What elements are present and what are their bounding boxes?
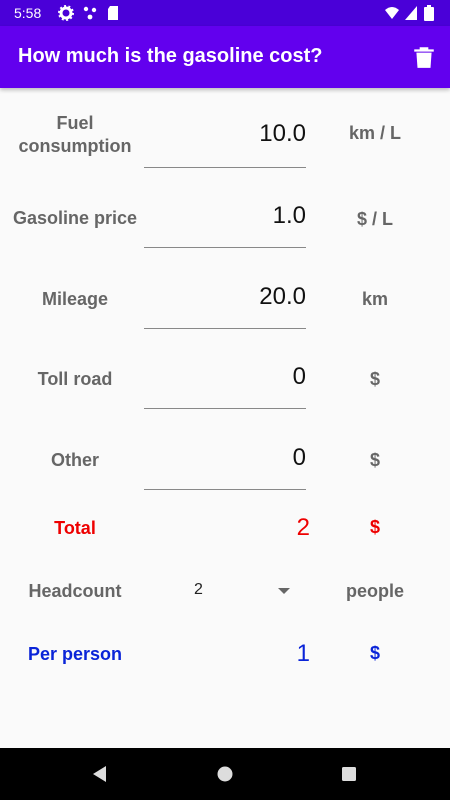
gasoline-price-field[interactable] (144, 196, 306, 248)
toll-road-unit: $ (369, 369, 380, 389)
home-icon[interactable] (216, 764, 234, 784)
headcount-dropdown[interactable]: 2 (180, 577, 296, 605)
battery-icon (424, 5, 434, 21)
headcount-unit: people (345, 581, 404, 601)
page-title: How much is the gasoline cost? (18, 45, 323, 67)
fuel-consumption-input[interactable] (144, 116, 306, 152)
total-unit: $ (369, 517, 380, 537)
total-label: Total (54, 518, 96, 538)
other-field[interactable] (144, 438, 306, 490)
mileage-field[interactable] (144, 277, 306, 329)
sd-card-icon (108, 6, 118, 20)
headcount-selected-value: 2 (194, 581, 203, 598)
other-label: Other (50, 450, 99, 470)
total-value: 2 (296, 514, 310, 541)
fuel-consumption-label: Fuel consumption (18, 113, 132, 156)
fuel-consumption-field[interactable] (144, 114, 306, 168)
dropdown-arrow-icon[interactable] (278, 588, 290, 594)
per-person-label: Per person (27, 644, 123, 664)
headcount-label: Headcount (28, 581, 122, 601)
toll-road-label: Toll road (37, 369, 113, 389)
other-row: Other $ (0, 438, 450, 492)
delete-icon[interactable] (411, 44, 437, 70)
toll-road-field[interactable] (144, 357, 306, 409)
per-person-value: 1 (296, 640, 310, 667)
mileage-label: Mileage (41, 289, 109, 309)
fuel-consumption-unit: km / L (348, 123, 401, 143)
per-person-unit: $ (369, 643, 380, 663)
headcount-row: Headcount 2 people (0, 576, 450, 610)
back-icon[interactable] (90, 764, 108, 784)
status-time: 5:58 (14, 5, 42, 21)
toll-road-row: Toll road $ (0, 357, 450, 411)
gasoline-price-label: Gasoline price (12, 208, 138, 228)
wifi-icon (385, 7, 399, 19)
per-person-row: Per person 1 $ (0, 638, 450, 672)
gasoline-price-row: Gasoline price $ / L (0, 196, 450, 250)
mileage-unit: km (361, 289, 388, 309)
recents-icon[interactable] (340, 764, 358, 784)
other-unit: $ (369, 450, 380, 470)
total-row: Total 2 $ (0, 512, 450, 546)
settings-icon (58, 5, 74, 21)
toll-road-input[interactable] (144, 359, 306, 395)
signal-icon (405, 6, 417, 20)
gasoline-price-input[interactable] (144, 198, 306, 234)
other-input[interactable] (144, 440, 306, 476)
navigation-bar (0, 748, 450, 800)
mileage-input[interactable] (144, 279, 306, 315)
fuel-consumption-row: Fuel consumption km / L (0, 110, 450, 170)
mileage-row: Mileage km (0, 277, 450, 331)
app-bar: How much is the gasoline cost? (0, 26, 450, 88)
connection-icon (83, 6, 97, 20)
gasoline-price-unit: $ / L (356, 209, 393, 229)
status-bar: 5:58 (0, 0, 450, 26)
